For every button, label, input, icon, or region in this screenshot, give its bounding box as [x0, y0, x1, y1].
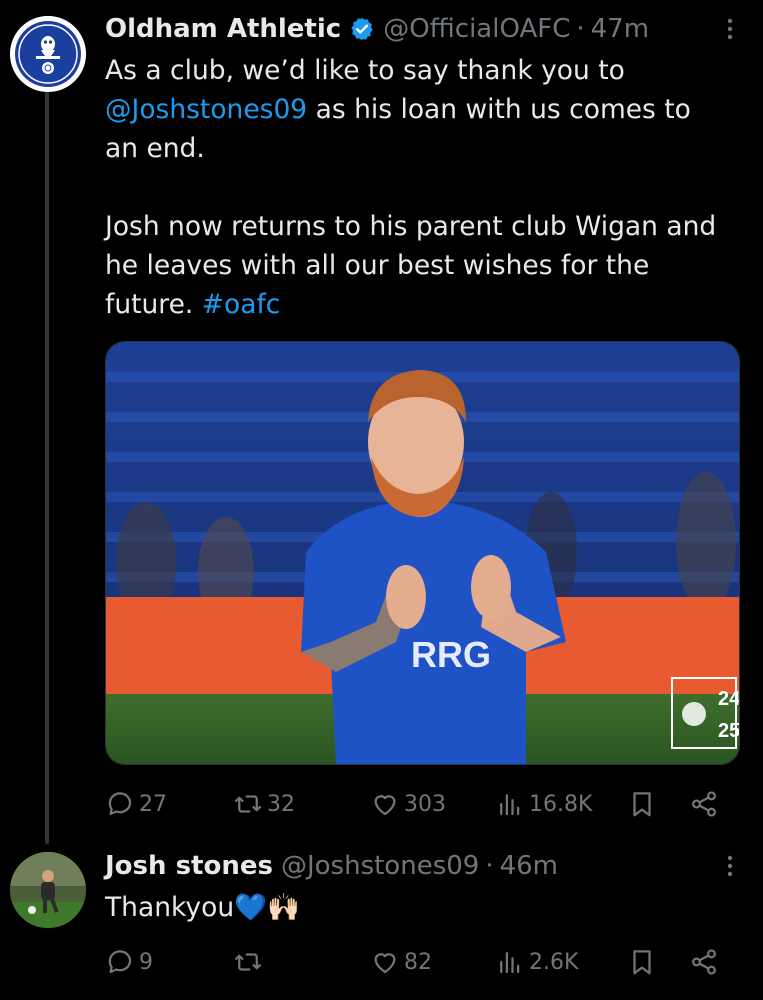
- tweet-timestamp[interactable]: 47m: [591, 14, 649, 44]
- like-count: 303: [404, 791, 446, 817]
- body-line: Josh now returns to his parent club Wiga…: [105, 211, 717, 242]
- tweet-photo[interactable]: RRG 24 25: [105, 341, 740, 765]
- share-icon: [691, 791, 717, 817]
- like-button[interactable]: 82: [370, 947, 432, 977]
- views-chart-icon: [500, 952, 520, 974]
- author-name[interactable]: Oldham Athletic: [105, 14, 341, 44]
- oafc-crest-icon: [10, 16, 86, 92]
- view-count: 2.6K: [529, 949, 579, 975]
- like-button[interactable]: 303: [370, 789, 446, 819]
- bookmark-icon: [633, 950, 651, 975]
- season-badge-bottom: 25: [718, 720, 740, 742]
- body-line: As a club, we’d like to say thank you to: [105, 55, 625, 86]
- bookmark-button[interactable]: [627, 789, 657, 819]
- body-line: he leaves with all our best wishes for t…: [105, 250, 650, 281]
- reply-icon: [108, 792, 132, 816]
- body-line: @Joshstones09 as his loan with us comes …: [105, 90, 743, 129]
- mention-link[interactable]: @Joshstones09: [105, 94, 307, 125]
- reply-text: Thankyou💙🙌🏻: [105, 892, 301, 923]
- tweet-actions: 9 82 2.6K: [105, 941, 743, 981]
- more-options-icon[interactable]: [717, 16, 743, 42]
- bookmark-icon: [633, 792, 651, 817]
- views-button[interactable]: 2.6K: [495, 947, 578, 977]
- share-button[interactable]: [689, 947, 719, 977]
- tweet-header: Josh stones @Joshstones09 · 46m: [105, 847, 743, 885]
- tweet-oldham-athletic[interactable]: Oldham Athletic @OfficialOAFC · 47m As a…: [105, 10, 743, 823]
- tweet-josh-stones-reply[interactable]: Josh stones @Joshstones09 · 46m Thankyou…: [105, 847, 743, 981]
- share-icon: [691, 949, 717, 975]
- separator-dot: ·: [485, 851, 494, 881]
- separator-dot: ·: [576, 14, 585, 44]
- repost-icon: [235, 953, 261, 971]
- reply-button[interactable]: 9: [105, 947, 153, 977]
- hashtag-link[interactable]: #oafc: [202, 289, 281, 320]
- author-handle[interactable]: @OfficialOAFC: [383, 14, 570, 44]
- tweet-body: Thankyou💙🙌🏻: [105, 888, 743, 927]
- views-button[interactable]: 16.8K: [495, 789, 592, 819]
- tweet-timestamp[interactable]: 46m: [500, 851, 558, 881]
- tweet-actions: 27 32 303 16.8K: [105, 783, 743, 823]
- repost-icon: [235, 795, 261, 813]
- season-badge-top: 24: [718, 688, 740, 710]
- bookmark-button[interactable]: [627, 947, 657, 977]
- repost-button[interactable]: 32: [233, 789, 295, 819]
- tweet-body: As a club, we’d like to say thank you to…: [105, 51, 743, 324]
- body-line: an end.: [105, 133, 205, 164]
- views-chart-icon: [500, 794, 520, 816]
- repost-count: 32: [267, 791, 295, 817]
- reply-icon: [108, 950, 132, 974]
- thread-connector-line: [45, 92, 49, 844]
- author-name[interactable]: Josh stones: [105, 851, 273, 881]
- share-button[interactable]: [689, 789, 719, 819]
- reply-count: 27: [139, 791, 167, 817]
- view-count: 16.8K: [529, 791, 593, 817]
- heart-icon: [374, 953, 396, 974]
- tweet-header: Oldham Athletic @OfficialOAFC · 47m: [105, 10, 743, 48]
- heart-icon: [374, 795, 396, 816]
- verified-badge-icon: [351, 17, 373, 41]
- body-text-span: as his loan with us comes to: [307, 94, 691, 125]
- shirt-sponsor-text: RRG: [411, 634, 491, 675]
- josh-stones-avatar[interactable]: [10, 852, 86, 928]
- repost-button[interactable]: [233, 947, 267, 977]
- oldham-athletic-avatar[interactable]: [10, 16, 86, 92]
- author-handle[interactable]: @Joshstones09: [281, 851, 479, 881]
- body-line: future. #oafc: [105, 285, 743, 324]
- more-options-icon[interactable]: [717, 853, 743, 879]
- like-count: 82: [404, 949, 432, 975]
- profile-photo-icon: [10, 852, 86, 928]
- body-text-span: future.: [105, 289, 202, 320]
- player-applauding-photo: RRG 24 25: [106, 342, 740, 764]
- reply-button[interactable]: 27: [105, 789, 167, 819]
- reply-count: 9: [139, 949, 153, 975]
